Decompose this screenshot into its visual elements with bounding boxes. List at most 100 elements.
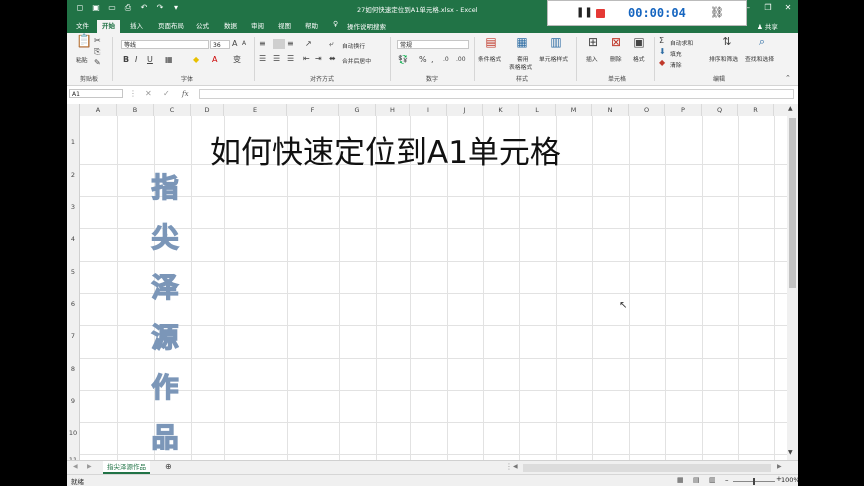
font-name-combo[interactable]: 等线 <box>121 40 209 49</box>
borders-icon[interactable]: ▦ <box>165 55 173 65</box>
merge-center-button[interactable]: 合并后居中 <box>342 56 371 65</box>
add-sheet-icon[interactable]: ⊕ <box>165 462 172 472</box>
column-header-cell[interactable]: C <box>154 104 191 116</box>
print-preview-icon[interactable]: ⎙ <box>123 3 133 13</box>
insert-cells-button[interactable]: 插入 <box>586 54 598 63</box>
accounting-format-icon[interactable]: 💱 <box>398 55 408 65</box>
close-icon[interactable]: ✕ <box>783 3 793 13</box>
link-icon[interactable]: ⛓ <box>710 6 724 19</box>
column-header-cell[interactable]: G <box>339 104 376 116</box>
zoom-out-button[interactable]: – <box>725 476 729 484</box>
underline-button[interactable]: U <box>147 55 153 65</box>
horizontal-scroll-track[interactable] <box>523 464 771 472</box>
column-header-cell[interactable]: D <box>191 104 224 116</box>
row-header-cell[interactable]: 5 <box>67 268 79 276</box>
tab-page-layout[interactable]: 页面布局 <box>153 20 189 33</box>
column-header-cell[interactable]: A <box>80 104 117 116</box>
align-left-icon[interactable]: ☰ <box>259 54 266 64</box>
column-header-cell[interactable]: M <box>556 104 592 116</box>
select-all-corner[interactable] <box>67 104 80 116</box>
row-header-cell[interactable]: 10 <box>67 429 79 437</box>
fill-color-icon[interactable]: ◆ <box>193 55 199 65</box>
column-header-cell[interactable]: L <box>519 104 556 116</box>
format-as-table-icon[interactable]: ▦ <box>515 36 529 51</box>
column-header-cell[interactable]: B <box>117 104 154 116</box>
scroll-left-icon[interactable]: ◀ <box>513 462 518 472</box>
share-button[interactable]: ♟ 共享 <box>757 21 778 31</box>
column-header-cell[interactable]: J <box>447 104 483 116</box>
zoom-level[interactable]: 100% <box>781 476 798 484</box>
font-color-icon[interactable]: A <box>212 55 217 65</box>
row-header-cell[interactable]: 6 <box>67 300 79 308</box>
sort-filter-icon[interactable]: ⇅ <box>720 36 734 51</box>
decrease-indent-icon[interactable]: ⇤ <box>303 54 310 64</box>
align-right-icon[interactable]: ☰ <box>287 54 294 64</box>
wrap-text-button[interactable]: 自动换行 <box>342 41 365 50</box>
align-center-icon[interactable]: ☰ <box>273 54 280 64</box>
align-bottom-icon[interactable]: ≡ <box>287 39 294 49</box>
column-header-cell[interactable]: R <box>738 104 774 116</box>
sheet-tab[interactable]: 指尖泽源作品 <box>103 461 150 474</box>
tab-home[interactable]: 开始 <box>97 20 120 33</box>
row-header-cell[interactable]: 8 <box>67 365 79 373</box>
increase-decimal-icon[interactable]: .0 <box>443 55 449 65</box>
cell-a1-title[interactable]: 如何快速定位到A1单元格 <box>210 127 561 172</box>
font-size-combo[interactable]: 36 <box>210 40 230 49</box>
column-header-cell[interactable]: H <box>376 104 410 116</box>
tell-me-search[interactable]: 操作说明搜索 <box>347 21 386 31</box>
stop-icon[interactable] <box>596 9 605 18</box>
format-cells-button[interactable]: 格式 <box>633 54 645 63</box>
insert-cells-icon[interactable]: ⊞ <box>586 36 600 51</box>
row-header-cell[interactable]: 1 <box>67 138 79 146</box>
tab-view[interactable]: 视图 <box>273 20 296 33</box>
italic-button[interactable]: I <box>135 55 137 65</box>
redo-icon[interactable]: ↷ <box>155 3 165 13</box>
conditional-format-button[interactable]: 条件格式 <box>478 54 501 63</box>
scroll-right-icon[interactable]: ▶ <box>777 462 782 472</box>
find-select-icon[interactable]: ⌕ <box>755 36 769 51</box>
clear-icon[interactable]: ◆ <box>659 58 665 68</box>
column-header-cell[interactable]: F <box>287 104 339 116</box>
tab-data[interactable]: 数据 <box>219 20 242 33</box>
undo-icon[interactable]: ↶ <box>139 3 149 13</box>
autosum-button[interactable]: 自动求和 <box>670 38 693 47</box>
tab-formulas[interactable]: 公式 <box>191 20 214 33</box>
increase-indent-icon[interactable]: ⇥ <box>315 54 322 64</box>
formula-input[interactable] <box>199 89 794 99</box>
cut-icon[interactable]: ✂ <box>94 36 101 46</box>
paste-icon[interactable]: 📋 <box>76 35 92 53</box>
restore-icon[interactable]: ❐ <box>763 3 773 13</box>
column-header-cell[interactable]: I <box>410 104 447 116</box>
tab-insert[interactable]: 插入 <box>125 20 148 33</box>
column-header-cell[interactable]: E <box>224 104 287 116</box>
next-sheet-icon[interactable]: ▶ <box>87 462 92 472</box>
page-layout-view-icon[interactable]: ▤ <box>693 475 700 485</box>
row-header-cell[interactable]: 2 <box>67 171 79 179</box>
autosave-icon[interactable]: ◻ <box>75 3 85 13</box>
align-middle-icon[interactable] <box>273 39 285 49</box>
cell-styles-button[interactable]: 单元格样式 <box>539 54 568 63</box>
new-file-icon[interactable]: ▭ <box>107 3 117 13</box>
column-header-cell[interactable]: Q <box>702 104 738 116</box>
increase-font-icon[interactable]: A <box>232 39 237 49</box>
format-painter-icon[interactable]: ✎ <box>94 58 101 68</box>
tab-help[interactable]: 帮助 <box>300 20 323 33</box>
scroll-down-icon[interactable]: ▼ <box>788 448 793 458</box>
column-header-cell[interactable]: N <box>592 104 629 116</box>
vertical-scrollbar[interactable]: ▲ ▼ <box>787 104 798 460</box>
confirm-entry-icon[interactable]: ✓ <box>163 89 170 99</box>
row-header-cell[interactable]: 9 <box>67 397 79 405</box>
prev-sheet-icon[interactable]: ◀ <box>73 462 78 472</box>
sheet-split-icon[interactable]: ⋮ <box>505 462 513 472</box>
delete-cells-button[interactable]: 删除 <box>610 54 622 63</box>
zoom-slider-thumb[interactable] <box>753 478 755 485</box>
wrap-text-icon[interactable]: ⤶ <box>329 39 333 49</box>
decrease-font-icon[interactable]: A <box>242 39 246 49</box>
column-header-cell[interactable]: P <box>665 104 702 116</box>
vertical-scroll-thumb[interactable] <box>789 118 796 288</box>
orientation-icon[interactable]: ↗ <box>305 39 312 49</box>
column-header-cell[interactable]: K <box>483 104 519 116</box>
customize-qat-icon[interactable]: ▾ <box>171 3 181 13</box>
merge-center-icon[interactable]: ⬌ <box>329 54 336 64</box>
percent-icon[interactable]: % <box>419 55 427 65</box>
